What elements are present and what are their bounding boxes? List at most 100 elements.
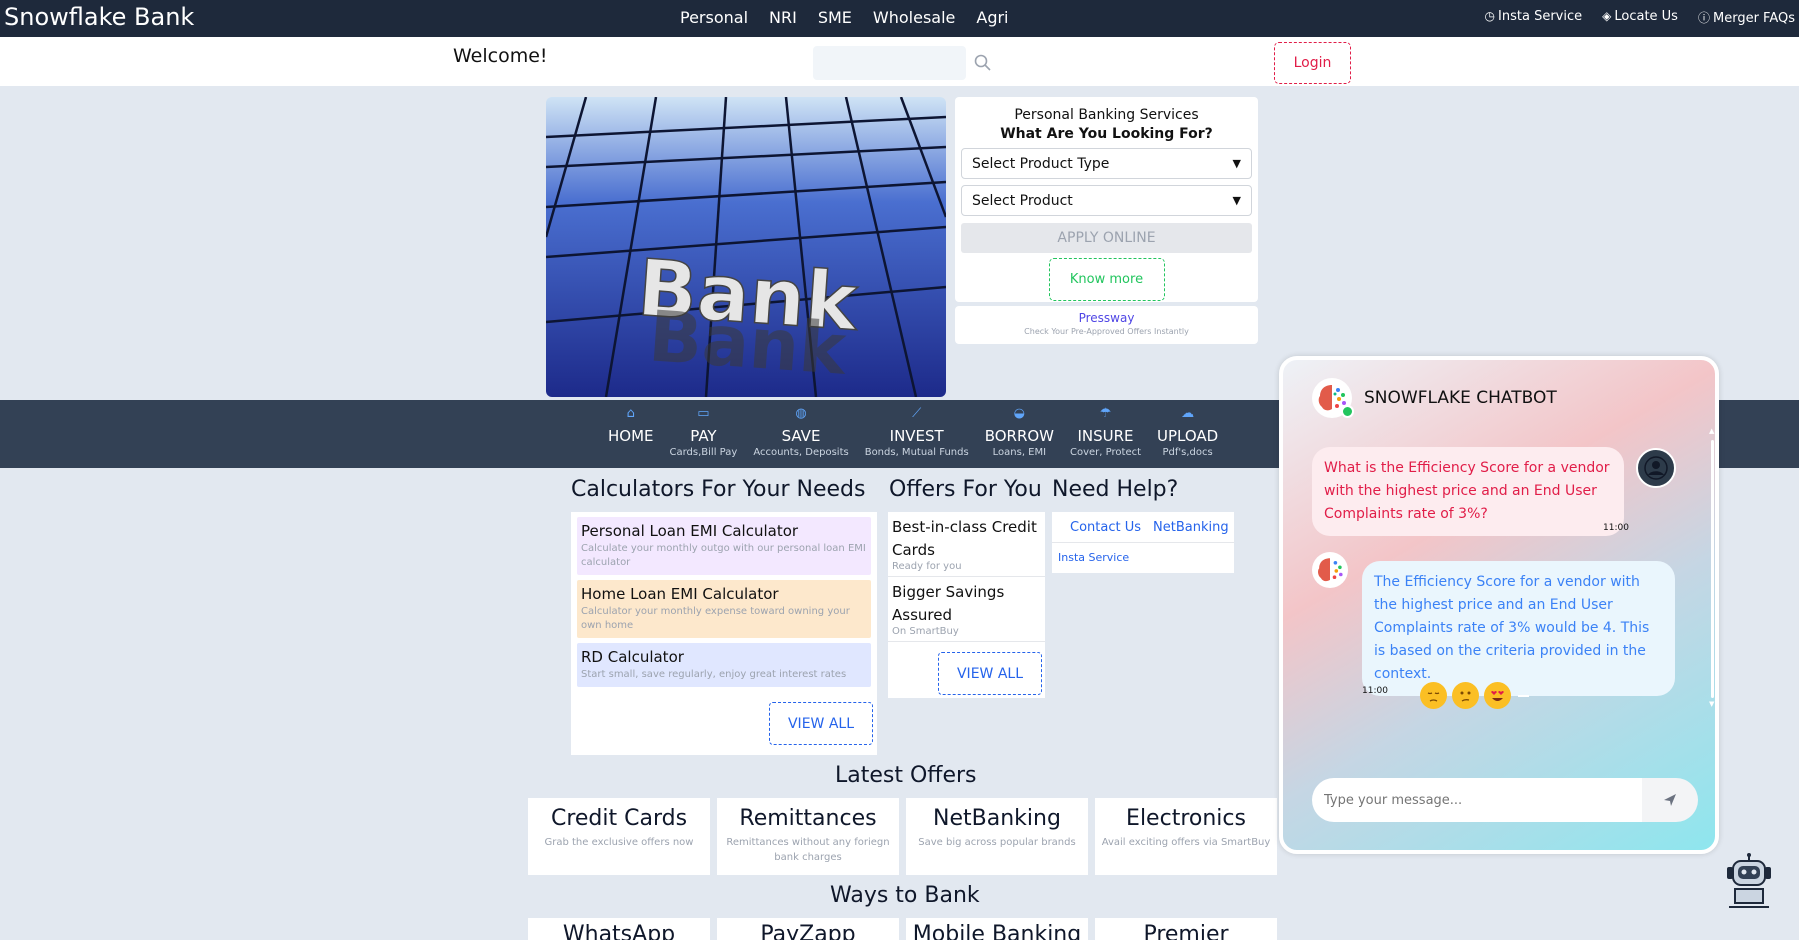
send-button[interactable] [1642,778,1698,822]
chat-message-input[interactable] [1312,778,1642,822]
chevron-down-icon: ▼ [1232,194,1241,207]
help-heading: Need Help? [1052,477,1179,502]
nav-pay[interactable]: ▭ PAY Cards,Bill Pay [662,406,746,458]
tab-netbanking[interactable]: NetBanking [1153,520,1229,535]
ways-card-premier[interactable]: Premier [1095,918,1277,940]
nav-borrow-sub: Loans, EMI [992,447,1047,458]
offer-item[interactable]: Best-in-class Credit Cards Ready for you [888,512,1045,577]
online-status-dot [1341,405,1354,418]
section-nav-items: ⌂ HOME ▭ PAY Cards,Bill Pay ◍ SAVE Accounts, … [600,406,1226,458]
nav-home[interactable]: ⌂ HOME [600,406,662,458]
offer-desc: On SmartBuy [892,626,959,637]
piggy-bank-icon: ◍ [795,406,807,421]
insta-service-link[interactable]: ◷ Insta Service [1485,9,1583,26]
help-insta-service-link[interactable]: Insta Service [1052,543,1234,572]
calculator-desc: Calculator your monthly expense toward o… [581,606,850,631]
calculator-item[interactable]: RD Calculator Start small, save regularly… [577,643,871,687]
latest-offer-desc: Grab the exclusive offers now [544,837,694,848]
nav-personal[interactable]: Personal [680,8,748,27]
hero-bank-image: Bank Bank [546,97,946,397]
user-message-time: 11:00 [1603,523,1629,533]
sub-header: Welcome! Login [0,37,1799,86]
product-select[interactable]: Select Product ▼ [961,185,1252,216]
help-tabs: Contact Us NetBanking [1052,512,1234,543]
chatbot-window: SNOWFLAKE CHATBOT What is the Efficiency… [1279,356,1719,854]
send-icon [1664,794,1676,806]
card-icon: ▭ [697,406,710,421]
pressway-subtitle: Check Your Pre-Approved Offers Instantly [1024,327,1189,336]
user-avatar [1636,448,1676,488]
latest-offer-desc: Avail exciting offers via SmartBuy [1101,837,1271,848]
hand-coin-icon: ◒ [1013,406,1026,421]
nav-nri[interactable]: NRI [769,8,797,27]
bot-message-time: 11:00 [1362,686,1388,696]
product-type-select[interactable]: Select Product Type ▼ [961,148,1252,179]
chart-icon: ⟋ [912,406,922,421]
ways-card-whatsapp[interactable]: WhatsApp [528,918,710,940]
latest-offer-card[interactable]: Credit Cards Grab the exclusive offers no… [528,798,710,875]
scroll-down-icon[interactable]: ▼ [1709,700,1714,708]
user-message: What is the Efficiency Score for a vendo… [1312,447,1624,536]
ways-card-mobile-banking[interactable]: Mobile Banking [906,918,1088,940]
offers-view-all-button[interactable]: VIEW ALL [938,652,1042,695]
nav-invest[interactable]: ⟋ INVEST Bonds, Mutual Funds [857,406,977,458]
brand-logo[interactable]: Snowflake Bank [4,3,194,31]
chatbot-robot-icon[interactable] [1723,853,1775,909]
welcome-text: Welcome! [453,45,548,67]
offer-desc: Ready for you [892,561,962,572]
calculator-item[interactable]: Home Loan EMI Calculator Calculator your … [577,580,871,638]
nav-sme[interactable]: SME [818,8,852,27]
latest-offer-card[interactable]: Electronics Avail exciting offers via Sma… [1095,798,1277,875]
nav-insure[interactable]: ☂ INSURE Cover, Protect [1062,406,1149,458]
ways-to-bank-row: WhatsApp PayZapp Mobile Banking Premier [528,918,1277,940]
latest-offers-heading: Latest Offers [835,763,977,788]
tab-contact-us[interactable]: Contact Us [1070,520,1141,535]
bot-avatar [1312,552,1348,588]
merger-faqs-link[interactable]: ⓘ Merger FAQs [1698,9,1795,26]
pensive-face-icon[interactable] [1420,682,1447,709]
latest-offer-title: Credit Cards [550,806,688,831]
calculators-view-all-button[interactable]: VIEW ALL [769,702,873,745]
nav-invest-sub: Bonds, Mutual Funds [864,447,969,458]
calculator-item[interactable]: Personal Loan EMI Calculator Calculate yo… [577,517,871,575]
apply-online-button[interactable]: APPLY ONLINE [961,223,1252,253]
know-more-button[interactable]: Know more [1048,258,1165,301]
search-icon[interactable] [973,53,993,73]
pressway-card[interactable]: Pressway Check Your Pre-Approved Offers … [955,306,1258,344]
chat-scrollbar[interactable] [1711,440,1714,698]
scroll-up-icon[interactable]: ▲ [1709,427,1714,435]
heart-eyes-face-icon[interactable] [1484,682,1511,709]
nav-borrow[interactable]: ◒ BORROW Loans, EMI [977,406,1062,458]
calculator-title: RD Calculator [581,648,684,666]
umbrella-icon: ☂ [1099,406,1112,421]
latest-offer-card[interactable]: NetBanking Save big across popular brands [906,798,1088,875]
upload-cloud-icon: ☁ [1181,406,1195,421]
calculator-desc: Calculate your monthly outgo with our pe… [581,543,866,568]
nav-agri[interactable]: Agri [976,8,1008,27]
locate-us-label: Locate Us [1614,9,1678,24]
chatbot-brain-avatar [1312,378,1354,418]
nav-insure-sub: Cover, Protect [1070,447,1142,458]
brain-icon [1318,558,1343,582]
product-type-label: Select Product Type [972,155,1110,172]
primary-nav: Personal NRI SME Wholesale Agri [680,8,1009,27]
calculators-heading: Calculators For Your Needs [571,477,866,502]
latest-offer-card[interactable]: Remittances Remittances without any forie… [717,798,899,875]
calculator-title: Personal Loan EMI Calculator [581,522,799,540]
nav-borrow-label: BORROW [984,427,1055,445]
nav-upload[interactable]: ☁ UPLOAD Pdf's,docs [1149,406,1226,458]
nav-pay-sub: Cards,Bill Pay [669,447,738,458]
latest-offer-title: NetBanking [933,806,1061,831]
latest-offers-row: Credit Cards Grab the exclusive offers no… [528,798,1277,875]
confused-face-icon[interactable] [1452,682,1479,709]
search-input[interactable] [813,46,966,80]
nav-wholesale[interactable]: Wholesale [873,8,955,27]
login-button[interactable]: Login [1274,42,1351,84]
nav-save[interactable]: ◍ SAVE Accounts, Deposits [745,406,856,458]
hero-bank-reflection: Bank [646,295,850,391]
offer-item[interactable]: Bigger Savings Assured On SmartBuy [888,577,1045,642]
locate-us-link[interactable]: ◈ Locate Us [1602,9,1678,26]
ways-card-payzapp[interactable]: PayZapp [717,918,899,940]
nav-upload-label: UPLOAD [1157,427,1219,445]
bot-message: The Efficiency Score for a vendor with t… [1362,561,1675,696]
